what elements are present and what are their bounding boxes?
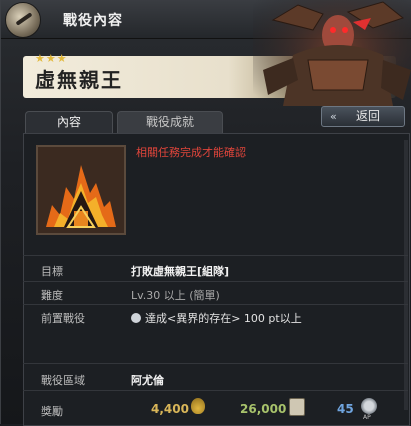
target-value: 打敗虛無親王[組隊] — [131, 265, 230, 278]
divider — [23, 304, 408, 305]
back-button[interactable]: « 返回 — [321, 106, 405, 127]
campaign-emblem-icon — [5, 2, 41, 38]
campaign-window: 戰役內容 ★★★ 虛無親王 內容 戰役成就 « 返回 相關任務完成才能確認 目標… — [0, 0, 411, 426]
tab-campaign-achievements[interactable]: 戰役成就 — [117, 111, 223, 133]
divider — [23, 390, 408, 391]
tab-content[interactable]: 內容 — [25, 111, 113, 133]
reward-ap: 45 — [337, 402, 354, 416]
target-label: 目標 — [41, 265, 63, 278]
burning-house-icon — [38, 147, 124, 233]
divider — [23, 281, 408, 282]
prereq-row: 達成<異界的存在> 100 pt以上 — [131, 310, 302, 326]
reward-money: 4,400 — [151, 402, 189, 416]
divider — [23, 363, 408, 364]
back-button-label: 返回 — [356, 109, 381, 123]
window-title: 戰役內容 — [63, 13, 123, 29]
divider — [23, 255, 408, 256]
reward-label: 獎勵 — [41, 405, 63, 418]
content-scrollbar[interactable] — [404, 140, 408, 410]
boss-name: 虛無親王 — [35, 68, 123, 92]
ap-icon-label: AP — [363, 414, 371, 421]
area-value: 阿尤倫 — [131, 374, 164, 387]
double-chevron-left-icon: « — [330, 110, 337, 123]
area-label: 戰役區域 — [41, 374, 85, 387]
ap-medal-icon — [361, 398, 377, 414]
money-bag-icon — [191, 398, 205, 414]
requirement-note: 相關任務完成才能確認 — [136, 146, 246, 159]
campaign-image-frame — [36, 145, 126, 235]
info-icon — [131, 313, 141, 323]
exp-scroll-icon — [289, 398, 305, 416]
prereq-label: 前置戰役 — [41, 312, 85, 325]
reward-exp: 26,000 — [240, 402, 287, 416]
prereq-value: 達成<異界的存在> 100 pt以上 — [145, 312, 302, 325]
difficulty-label: 難度 — [41, 289, 63, 302]
difficulty-value: Lv.30 以上 (簡單) — [131, 289, 220, 302]
boss-portrait-art — [253, 0, 411, 106]
